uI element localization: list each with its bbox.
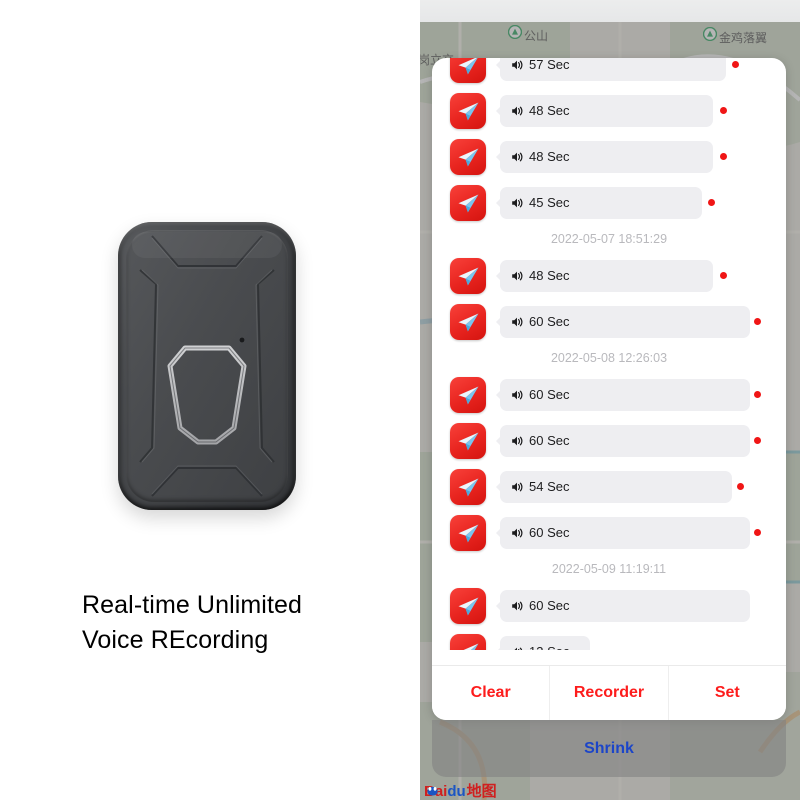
baidu-map-watermark: Bai du 地图 <box>424 782 497 800</box>
unread-indicator-dot <box>737 483 744 490</box>
recording-row[interactable]: 57 Sec <box>432 58 786 88</box>
recording-timestamp: 2022-05-07 18:51:29 <box>550 232 668 246</box>
paper-plane-icon <box>450 588 486 624</box>
screenshot-root: Real-time Unlimited Voice REcording du 地… <box>0 0 800 800</box>
clear-button[interactable]: Clear <box>432 666 549 720</box>
recording-row[interactable]: 48 Sec <box>432 134 786 180</box>
recording-duration: 60 Sec <box>529 525 570 540</box>
recording-duration: 60 Sec <box>529 433 570 448</box>
paper-plane-icon <box>450 258 486 294</box>
speaker-icon <box>512 601 523 611</box>
speaker-icon <box>512 482 523 492</box>
recording-duration: 60 Sec <box>529 314 570 329</box>
recording-row[interactable]: 48 Sec <box>432 253 786 299</box>
paper-plane-icon <box>450 469 486 505</box>
voice-message-bubble[interactable]: 13 Sec <box>496 636 590 650</box>
recording-row[interactable]: 45 Sec <box>432 180 786 226</box>
speaker-icon <box>512 106 523 116</box>
speaker-icon <box>512 271 523 281</box>
voice-message-bubble[interactable]: 57 Sec <box>496 58 726 81</box>
recording-row[interactable]: 60 Sec <box>432 510 786 556</box>
gps-tracker-device <box>118 222 296 510</box>
recording-list[interactable]: 57 Sec 48 Sec 48 Sec 45 Sec 2022-05-07 18:51… <box>432 58 786 650</box>
watermark-cn: 地图 <box>466 782 497 800</box>
recording-duration: 45 Sec <box>529 195 570 210</box>
voice-message-bubble[interactable]: 60 Sec <box>496 517 750 549</box>
unread-indicator-dot <box>754 437 761 444</box>
paper-plane-icon <box>450 93 486 129</box>
led-indicator <box>239 337 245 343</box>
recording-row[interactable]: 60 Sec <box>432 299 786 345</box>
recording-duration: 57 Sec <box>529 58 570 72</box>
caption-line-1: Real-time Unlimited <box>82 591 303 619</box>
recording-row[interactable]: 60 Sec <box>432 583 786 629</box>
voice-message-bubble[interactable]: 60 Sec <box>496 306 750 338</box>
recording-row[interactable]: 48 Sec <box>432 88 786 134</box>
voice-recorder-card: 57 Sec 48 Sec 48 Sec 45 Sec 2022-05-07 18:51… <box>432 58 786 720</box>
recording-row[interactable]: 60 Sec <box>432 372 786 418</box>
watermark-du: du <box>447 783 466 800</box>
recording-duration: 60 Sec <box>529 387 570 402</box>
unread-indicator-dot <box>754 318 761 325</box>
recording-duration: 60 Sec <box>529 598 570 613</box>
unread-indicator-dot <box>720 272 727 279</box>
paper-plane-icon <box>450 185 486 221</box>
paper-plane-icon <box>450 58 486 83</box>
speaker-icon <box>512 198 523 208</box>
paper-plane-icon <box>450 515 486 551</box>
unread-indicator-dot <box>708 199 715 206</box>
speaker-icon <box>512 152 523 162</box>
speaker-icon <box>514 647 523 650</box>
voice-message-bubble[interactable]: 48 Sec <box>496 95 713 127</box>
speaker-icon <box>512 436 523 446</box>
shrink-label: Shrink <box>584 739 634 757</box>
product-caption: Real-time Unlimited Voice REcording <box>82 588 402 658</box>
speaker-icon <box>512 528 523 538</box>
paper-plane-icon <box>450 304 486 340</box>
recording-row[interactable]: 54 Sec <box>432 464 786 510</box>
voice-message-bubble[interactable]: 54 Sec <box>496 471 732 503</box>
paper-plane-icon <box>450 377 486 413</box>
recording-duration: 48 Sec <box>529 268 570 283</box>
recording-duration: 54 Sec <box>529 479 570 494</box>
recording-row[interactable]: 13 Sec <box>432 629 786 650</box>
unread-indicator-dot <box>720 153 727 160</box>
unread-indicator-dot <box>732 61 739 68</box>
voice-message-bubble[interactable]: 45 Sec <box>496 187 702 219</box>
shrink-bar[interactable]: Shrink <box>432 720 786 777</box>
voice-message-bubble[interactable]: 60 Sec <box>496 425 750 457</box>
voice-message-bubble[interactable]: 60 Sec <box>496 590 750 622</box>
recording-timestamp: 2022-05-09 11:19:11 <box>551 562 667 576</box>
unread-indicator-dot <box>754 529 761 536</box>
recording-duration: 48 Sec <box>529 103 570 118</box>
phone-status-bar <box>420 0 800 23</box>
recording-duration: 13 Sec <box>529 643 569 650</box>
unread-indicator-dot <box>754 391 761 398</box>
phone-screen-panel: 公山 金鸡落翼 岗立交 Bai du 地图 57 Sec48 Sec48 Sec… <box>420 0 800 800</box>
paper-plane-icon <box>450 634 486 650</box>
baidu-paw-icon <box>427 786 438 796</box>
set-button[interactable]: Set <box>667 666 786 720</box>
recording-timestamp: 2022-05-08 12:26:03 <box>550 351 668 365</box>
voice-message-bubble[interactable]: 48 Sec <box>496 141 713 173</box>
recorder-button[interactable]: Recorder <box>549 666 667 720</box>
paper-plane-icon <box>450 139 486 175</box>
speaker-icon <box>512 390 523 400</box>
voice-message-bubble[interactable]: 48 Sec <box>496 260 713 292</box>
card-action-bar: Clear Recorder Set <box>432 665 786 720</box>
recording-row[interactable]: 60 Sec <box>432 418 786 464</box>
unread-indicator-dot <box>720 107 727 114</box>
caption-line-2: Voice REcording <box>82 626 269 654</box>
product-panel: Real-time Unlimited Voice REcording <box>0 0 420 800</box>
voice-message-bubble[interactable]: 60 Sec <box>496 379 750 411</box>
recording-duration: 48 Sec <box>529 149 570 164</box>
paper-plane-icon <box>450 423 486 459</box>
speaker-icon <box>512 317 523 327</box>
device-surface-detail <box>132 232 282 497</box>
speaker-icon <box>512 60 523 70</box>
